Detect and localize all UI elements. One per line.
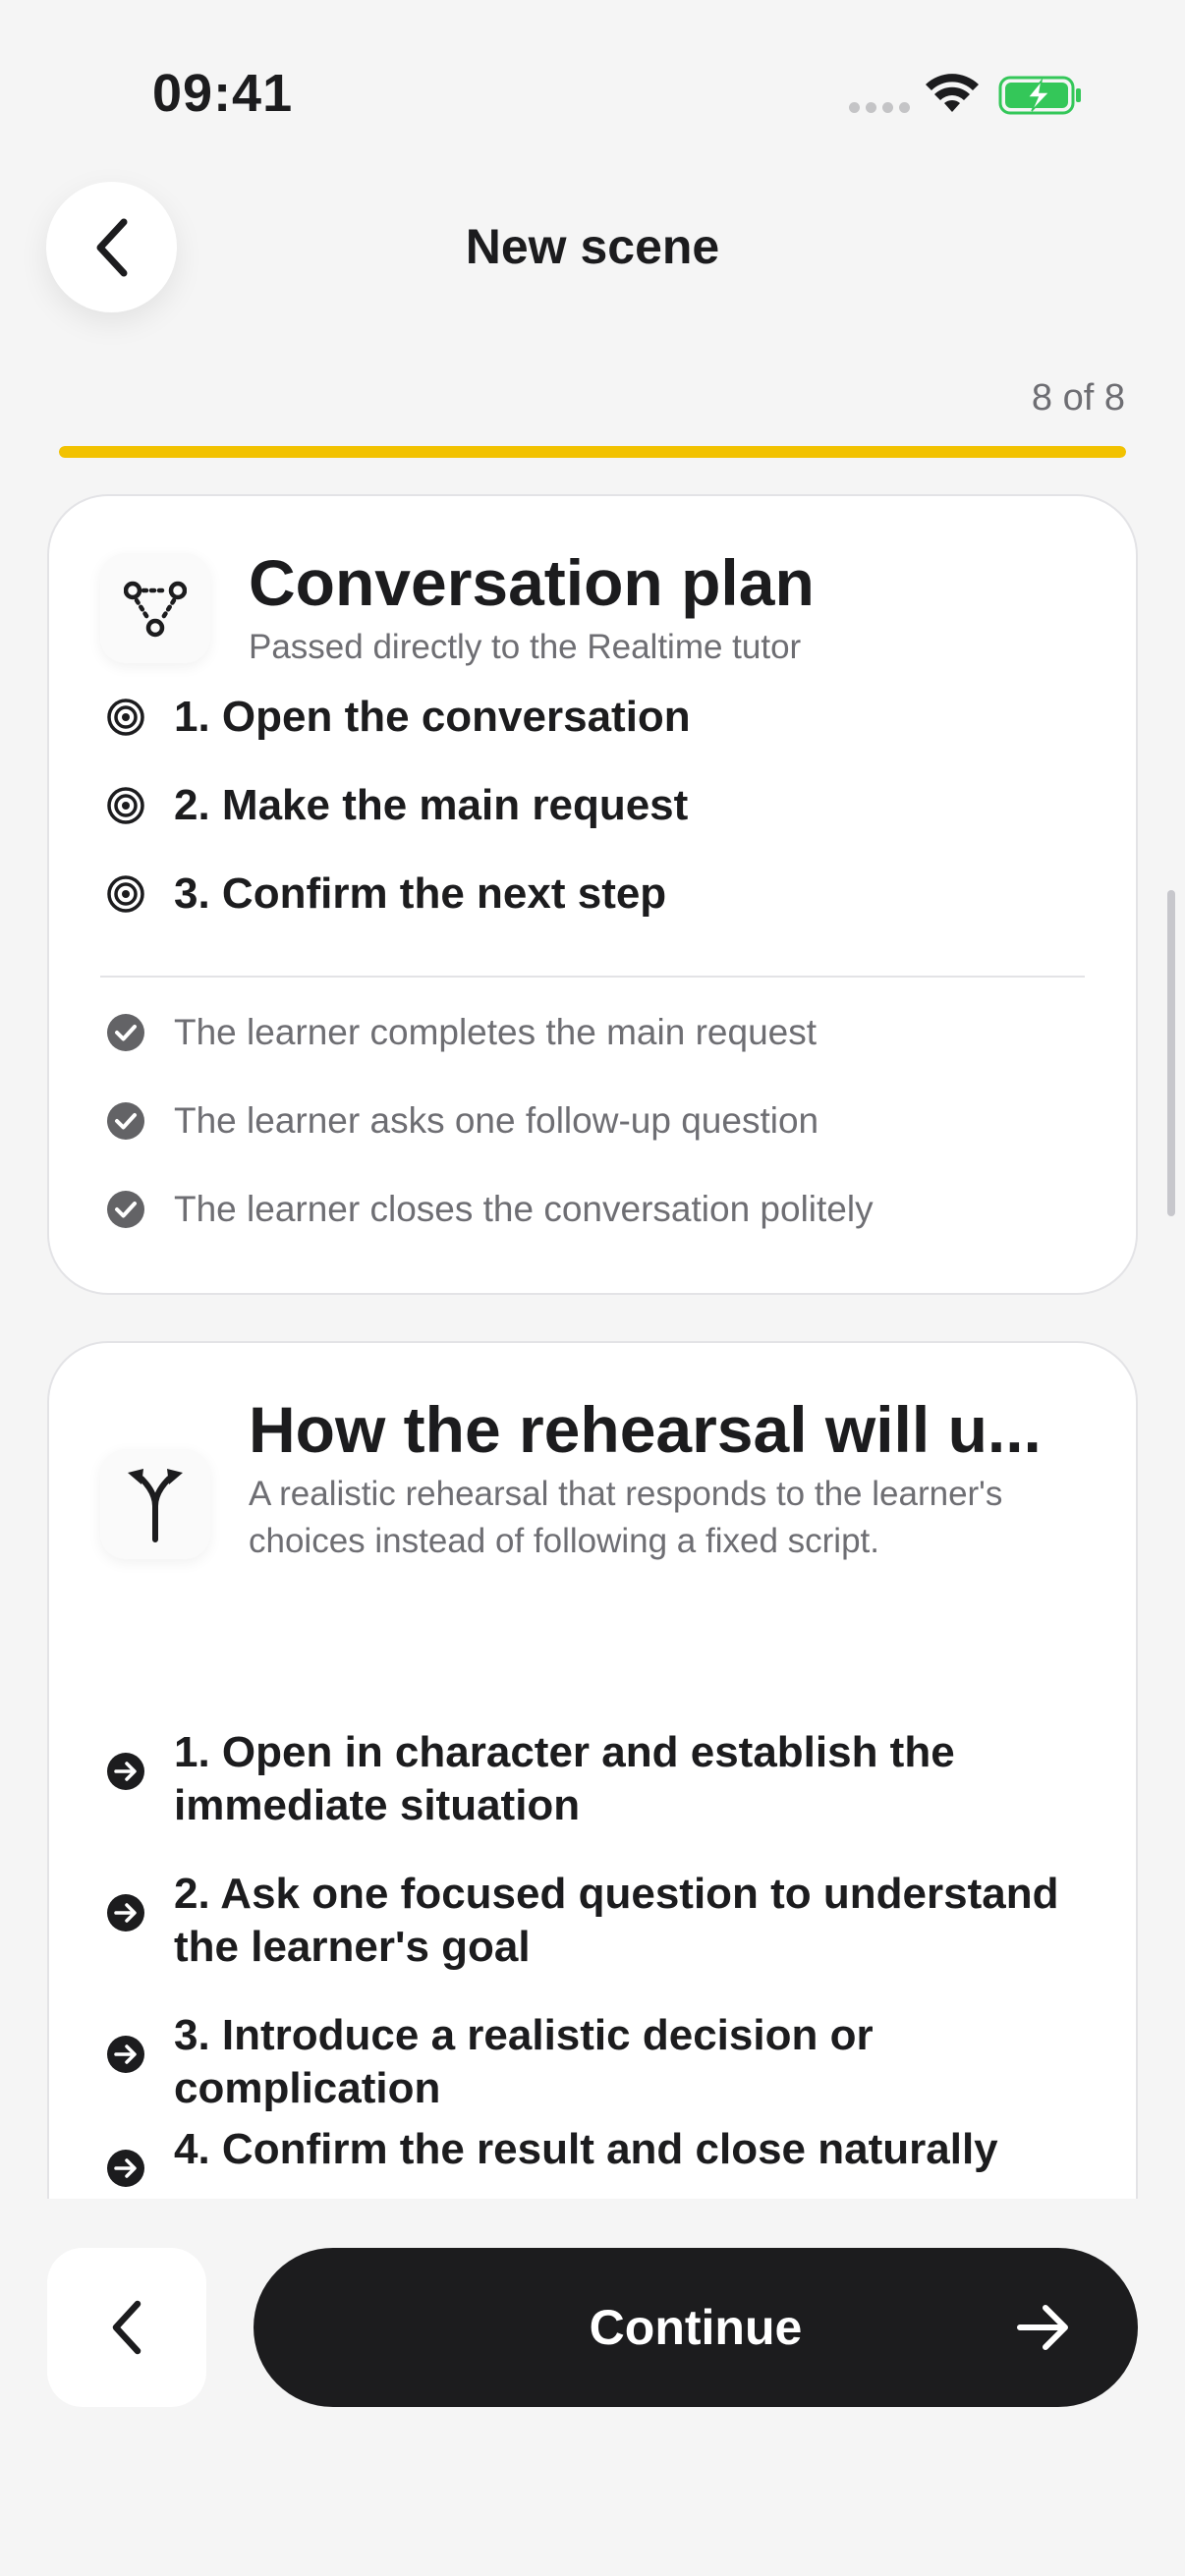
criterion-label: The learner asks one follow-up question [174,1100,819,1141]
target-icon [107,787,144,824]
continue-button[interactable]: Continue [254,2248,1138,2407]
scrollbar[interactable] [1167,890,1175,1216]
rehearsal-beat: 1. Open in character and establish the i… [106,1726,1099,1832]
arrow-circle-icon [107,1894,144,1932]
conversation-plan-card: Conversation plan Passed directly to the… [47,494,1138,1295]
progress-bar [59,446,1126,458]
plan-title: Conversation plan [249,546,815,619]
check-circle-icon [107,1191,144,1228]
cellular-signal-icon [849,102,910,113]
chevron-left-icon [112,2300,141,2355]
fork-arrow-icon [128,1469,183,1542]
rehearsal-title: How the rehearsal will u... [249,1393,1042,1466]
rehearsal-beat: 3. Introduce a realistic decision or com… [106,2009,1099,2115]
check-circle-icon [107,1014,144,1051]
rehearsal-beat: 2. Ask one focused question to understan… [106,1868,1099,1974]
branching-nodes-icon [124,581,187,638]
arrow-circle-icon [107,2150,144,2187]
battery-charging-icon [998,76,1081,115]
arrow-right-icon [1017,2305,1068,2350]
criterion-label: The learner closes the conversation poli… [174,1189,874,1229]
criterion-label: The learner completes the main request [174,1012,818,1052]
success-criterion: The learner completes the main request [106,1012,817,1053]
target-icon [107,699,144,736]
divider [100,976,1085,978]
plan-step-label: 2. Make the main request [174,781,689,829]
arrow-circle-icon [107,1753,144,1790]
target-icon [107,875,144,913]
success-criterion: The learner asks one follow-up question [106,1100,818,1142]
beat-label: 3. Introduce a realistic decision or com… [174,2011,874,2112]
rehearsal-subtitle: A realistic rehearsal that responds to t… [249,1475,1003,1560]
success-criterion: The learner closes the conversation poli… [106,1189,874,1230]
continue-label: Continue [589,2300,803,2355]
beat-label: 2. Ask one focused question to understan… [174,1870,1059,1971]
plan-step-label: 1. Open the conversation [174,693,691,741]
plan-icon-tile [100,553,210,663]
bottom-action-bar: Continue [0,2199,1185,2576]
page-title: New scene [465,219,720,274]
step-counter: 8 of 8 [1031,377,1125,419]
check-circle-icon [107,1102,144,1140]
plan-step: 1. Open the conversation [106,693,691,742]
plan-subtitle: Passed directly to the Realtime tutor [249,628,802,666]
plan-step: 3. Confirm the next step [106,869,666,919]
rehearsal-beat: 4. Confirm the result and close naturall… [106,2123,1099,2188]
scroll-content[interactable]: Conversation plan Passed directly to the… [0,481,1185,2199]
status-time: 09:41 [152,64,294,123]
beat-label: 4. Confirm the result and close naturall… [174,2125,998,2173]
plan-step-label: 3. Confirm the next step [174,869,667,918]
status-bar: 09:41 [0,0,1185,196]
beat-label: 1. Open in character and establish the i… [174,1728,955,1829]
arrow-circle-icon [107,2036,144,2073]
progress-fill [59,446,1126,458]
previous-step-button[interactable] [47,2248,206,2407]
rehearsal-card: How the rehearsal will u... A realistic … [47,1341,1138,2199]
wifi-icon [926,74,979,112]
rehearsal-icon-tile [100,1449,210,1559]
plan-step: 2. Make the main request [106,781,688,830]
